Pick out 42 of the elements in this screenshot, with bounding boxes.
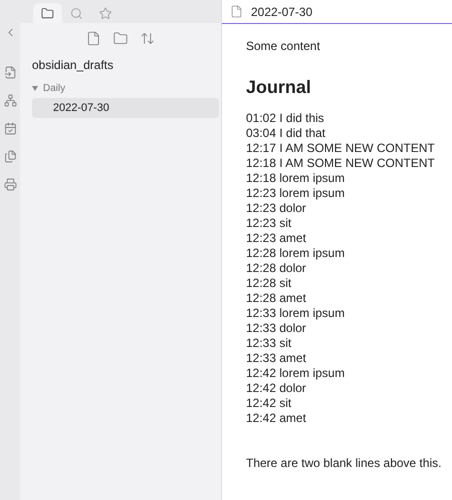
paragraph: Some content — [246, 39, 322, 54]
text-line: 12:23 dolor — [246, 201, 308, 216]
note-title: 2022-07-30 — [251, 4, 312, 18]
text-line: 12:42 dolor — [246, 381, 308, 396]
text-line: 12:42 lorem ipsum — [246, 366, 346, 381]
text-line: 01:02 I did this — [246, 111, 326, 126]
text-line: 12:33 lorem ipsum — [246, 306, 346, 321]
copy-icon[interactable] — [4, 150, 16, 163]
text-line: 12:33 sit — [246, 336, 292, 351]
text-line: 12:18 lorem ipsum — [246, 171, 346, 186]
printer-icon[interactable] — [4, 178, 16, 191]
files-tab[interactable] — [33, 3, 62, 23]
text-line: There are two blank lines above this. — [246, 456, 442, 471]
text-line: 12:42 sit — [246, 396, 292, 411]
graph-icon[interactable] — [4, 94, 16, 107]
vault-name: obsidian_drafts — [31, 58, 114, 72]
text-line: 12:28 amet — [246, 291, 308, 306]
file-icon — [230, 5, 243, 18]
folder-item[interactable]: Daily — [32, 78, 219, 98]
switcher-icon[interactable] — [4, 66, 16, 79]
new-folder-icon[interactable] — [113, 31, 128, 46]
text-line: 12:28 sit — [246, 276, 292, 291]
text-line: 12:18 I AM SOME NEW CONTENT — [246, 156, 436, 171]
file-item[interactable]: 2022-07-30 — [32, 98, 219, 118]
calendar-icon[interactable] — [4, 122, 16, 135]
text-line: 12:33 amet — [246, 351, 308, 366]
text-line: 12:28 dolor — [246, 261, 308, 276]
heading: Journal — [246, 76, 312, 98]
new-file-icon[interactable] — [86, 31, 101, 46]
caret-icon — [32, 85, 38, 91]
text-line: 03:04 I did that — [246, 126, 326, 141]
search-icon — [70, 6, 83, 20]
text-line: 12:17 I AM SOME NEW CONTENT — [246, 141, 436, 156]
sort-icon[interactable] — [140, 31, 155, 46]
text-line: 12:23 amet — [246, 231, 308, 246]
text-line: 12:23 sit — [246, 216, 292, 231]
folder-icon — [41, 6, 54, 20]
text-line: 12:28 lorem ipsum — [246, 246, 346, 261]
text-line: 12:33 dolor — [246, 321, 308, 336]
star-icon — [99, 6, 112, 20]
text-line: 12:42 amet — [246, 411, 308, 426]
text-line: 12:23 lorem ipsum — [246, 186, 346, 201]
